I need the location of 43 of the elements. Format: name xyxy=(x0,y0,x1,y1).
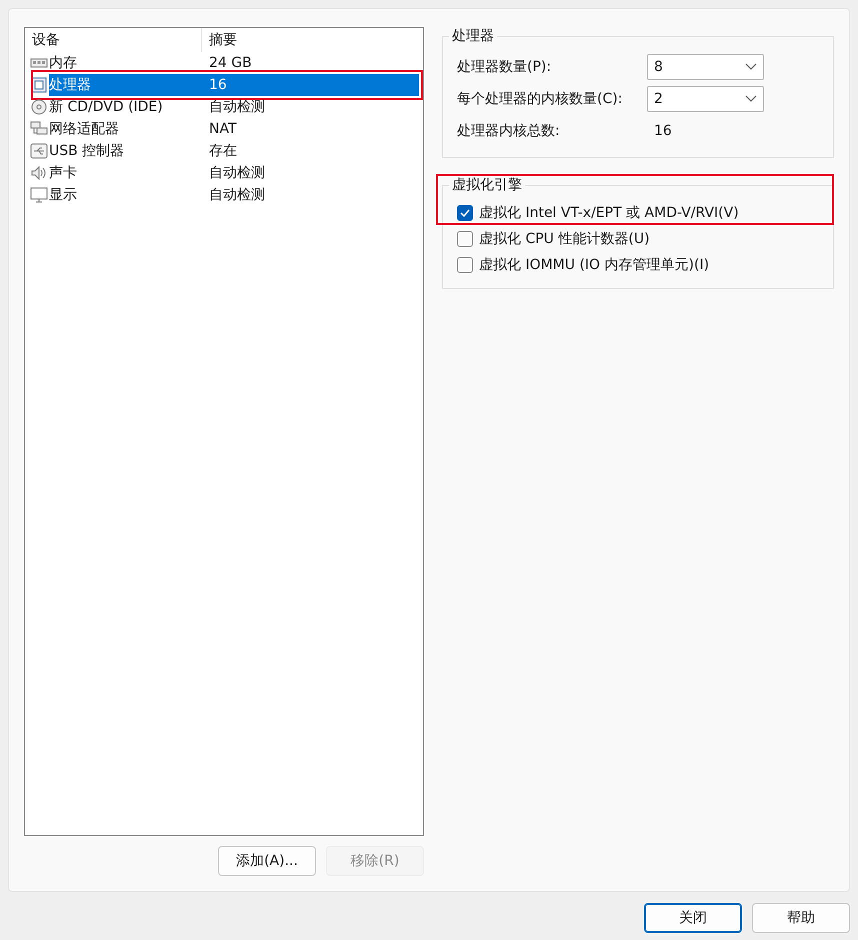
field-label: 处理器数量(P): xyxy=(457,58,552,76)
device-summary: 存在 xyxy=(208,142,238,161)
device-name[interactable]: 处理器 xyxy=(49,74,202,96)
checkbox-option[interactable]: 虚拟化 IOMMU (IO 内存管理单元)(I) xyxy=(457,252,819,278)
checkbox[interactable] xyxy=(457,257,473,273)
device-summary: 24 GB xyxy=(208,54,253,73)
device-name[interactable]: 显示 xyxy=(49,184,81,206)
group-title: 处理器 xyxy=(451,27,495,45)
list-button[interactable]: 添加(A)... xyxy=(218,846,316,876)
field-value: 16 xyxy=(653,123,673,139)
device-list[interactable]: 设备 摘要 内存 24 GB 处理器 16 新 CD/DVD (IDE) 自动检测 网络适配器 NAT USB 控制器 存在 声卡 自动检测 显示 自动检测 xyxy=(24,27,424,836)
chevron-icon xyxy=(745,63,757,71)
field-label: 处理器内核总数: xyxy=(457,122,561,140)
dropdown[interactable]: 2 xyxy=(647,86,764,112)
network-icon xyxy=(30,121,48,137)
checkbox-option[interactable]: 虚拟化 CPU 性能计数器(U) xyxy=(457,226,819,252)
device-summary: 16 xyxy=(202,74,419,96)
dialog-button[interactable]: 帮助 xyxy=(752,903,850,933)
field-label: 每个处理器的内核数量(C): xyxy=(457,90,624,108)
device-name[interactable]: 新 CD/DVD (IDE) xyxy=(49,96,167,118)
device-summary: 自动检测 xyxy=(208,98,266,117)
column-header[interactable]: 设备 xyxy=(25,28,202,52)
monitor-icon xyxy=(30,187,48,203)
checkbox[interactable] xyxy=(457,205,473,221)
dropdown[interactable]: 8 xyxy=(647,54,764,80)
device-name[interactable]: USB 控制器 xyxy=(49,140,128,162)
chip-icon xyxy=(30,77,48,93)
chevron-icon xyxy=(745,95,757,103)
device-summary: NAT xyxy=(208,120,238,139)
device-name[interactable]: 声卡 xyxy=(49,162,81,184)
device-name[interactable]: 网络适配器 xyxy=(49,118,123,140)
checkbox-option[interactable]: 虚拟化 Intel VT-x/EPT 或 AMD-V/RVI(V) xyxy=(457,200,819,226)
device-summary: 自动检测 xyxy=(208,164,266,183)
usb-icon xyxy=(30,143,48,159)
checkbox[interactable] xyxy=(457,231,473,247)
disc-icon xyxy=(30,99,48,115)
device-name[interactable]: 内存 xyxy=(49,52,81,74)
group-title: 虚拟化引擎 xyxy=(451,176,523,194)
device-summary: 自动检测 xyxy=(208,186,266,205)
check-icon xyxy=(460,209,470,217)
speaker-icon xyxy=(30,165,48,181)
column-header[interactable]: 摘要 xyxy=(202,28,423,52)
dialog-button[interactable]: 关闭 xyxy=(644,903,742,933)
